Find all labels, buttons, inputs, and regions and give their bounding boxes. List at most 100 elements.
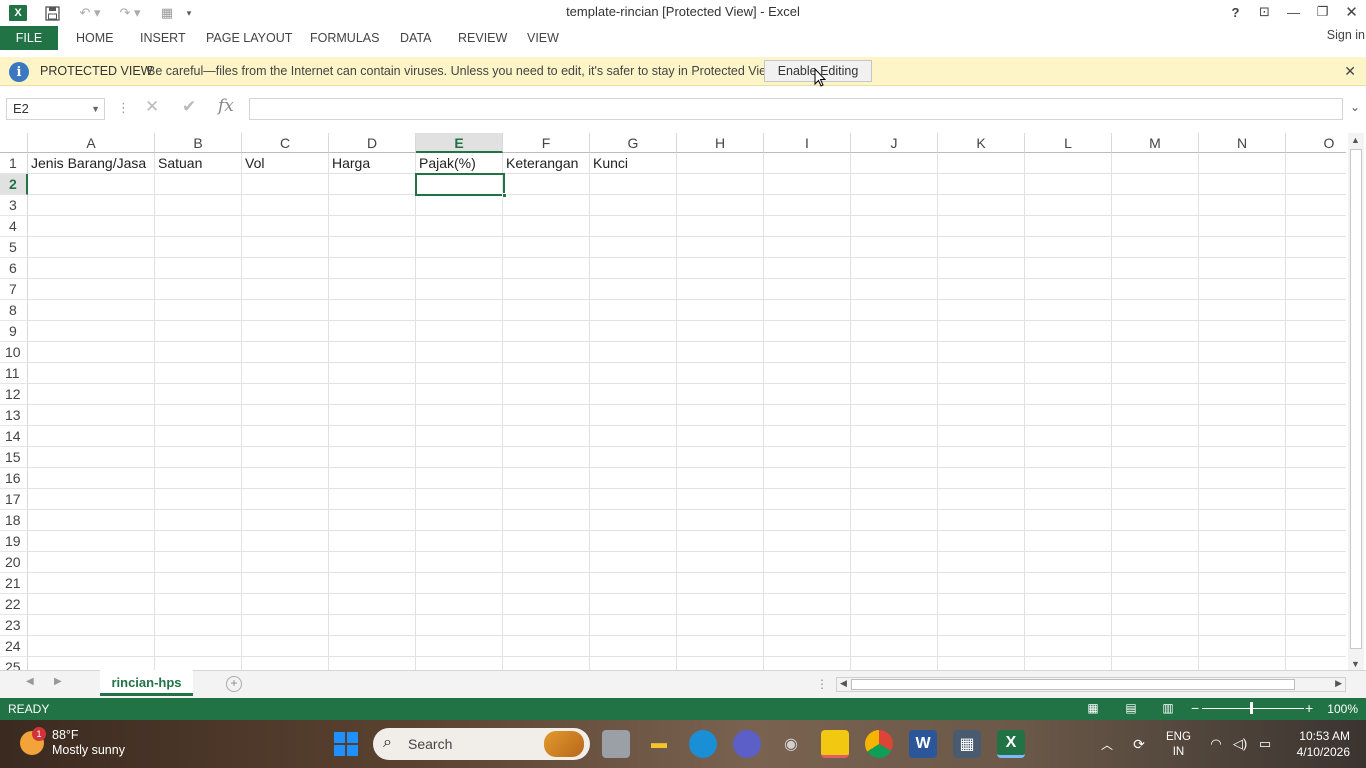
language-indicator[interactable]: ENG IN [1166, 730, 1191, 760]
tab-review[interactable]: REVIEW [458, 26, 507, 50]
cell-a1[interactable]: Jenis Barang/Jasa [28, 153, 146, 174]
row-header-13[interactable]: 13 [0, 405, 28, 426]
horizontal-scroll-thumb[interactable] [851, 679, 1295, 690]
calculator-icon[interactable]: ▦ [953, 730, 981, 758]
row-header-22[interactable]: 22 [0, 594, 28, 615]
cell-f1[interactable]: Keterangan [503, 153, 578, 174]
volume-icon[interactable]: ◁) [1226, 730, 1254, 758]
zoom-in-icon[interactable]: + [1305, 700, 1313, 716]
add-sheet-icon[interactable]: + [226, 676, 242, 692]
row-header-10[interactable]: 10 [0, 342, 28, 363]
tab-formulas[interactable]: FORMULAS [310, 26, 379, 50]
word-icon[interactable]: W [909, 730, 937, 758]
row-header-11[interactable]: 11 [0, 363, 28, 384]
close-button[interactable]: ✕ [1337, 0, 1366, 24]
row-header-8[interactable]: 8 [0, 300, 28, 321]
row-header-19[interactable]: 19 [0, 531, 28, 552]
column-header-e[interactable]: E [416, 133, 503, 153]
cell-e1[interactable]: Pajak(%) [416, 153, 476, 174]
column-header-n[interactable]: N [1199, 133, 1286, 153]
column-header-b[interactable]: B [155, 133, 242, 153]
row-header-23[interactable]: 23 [0, 615, 28, 636]
chevron-down-icon[interactable]: ▼ [91, 99, 100, 119]
column-header-f[interactable]: F [503, 133, 590, 153]
column-header-c[interactable]: C [242, 133, 329, 153]
sheet-next-icon[interactable]: ▶ [54, 676, 62, 687]
sheet-prev-icon[interactable]: ◀ [26, 676, 34, 687]
scroll-up-icon[interactable]: ▲ [1351, 135, 1360, 145]
camera-icon[interactable]: ◉ [777, 730, 805, 758]
row-header-18[interactable]: 18 [0, 510, 28, 531]
page-layout-view-icon[interactable]: ▤ [1123, 701, 1139, 716]
column-header-o[interactable]: O [1286, 133, 1346, 153]
zoom-level[interactable]: 100% [1327, 702, 1358, 716]
row-header-24[interactable]: 24 [0, 636, 28, 657]
row-header-9[interactable]: 9 [0, 321, 28, 342]
cell-c1[interactable]: Vol [242, 153, 264, 174]
fill-handle[interactable] [502, 193, 507, 198]
select-all-corner[interactable] [0, 133, 28, 153]
weather-widget[interactable]: 1 88°F Mostly sunny [20, 727, 125, 758]
row-header-2[interactable]: 2 [0, 174, 28, 195]
sticky-notes-icon[interactable] [821, 730, 849, 758]
column-header-j[interactable]: J [851, 133, 938, 153]
battery-icon[interactable]: ▭ [1251, 730, 1279, 758]
close-icon[interactable]: ✕ [1344, 63, 1356, 80]
zoom-slider[interactable] [1202, 708, 1304, 709]
row-header-3[interactable]: 3 [0, 195, 28, 216]
app-icon[interactable] [733, 730, 761, 758]
row-header-20[interactable]: 20 [0, 552, 28, 573]
column-header-k[interactable]: K [938, 133, 1025, 153]
row-header-6[interactable]: 6 [0, 258, 28, 279]
column-header-h[interactable]: H [677, 133, 764, 153]
cell-b1[interactable]: Satuan [155, 153, 202, 174]
sheet-tab-rincian-hps[interactable]: rincian-hps [100, 670, 193, 696]
row-header-1[interactable]: 1 [0, 153, 28, 174]
column-header-a[interactable]: A [28, 133, 155, 153]
column-header-d[interactable]: D [329, 133, 416, 153]
help-icon[interactable]: ? [1221, 0, 1250, 24]
sign-in-link[interactable]: Sign in [1327, 26, 1365, 50]
resize-handle-icon[interactable]: ⋮ [117, 100, 130, 116]
row-header-15[interactable]: 15 [0, 447, 28, 468]
page-break-view-icon[interactable]: ▥ [1160, 701, 1176, 716]
cell-g1[interactable]: Kunci [590, 153, 628, 174]
expand-formula-bar-icon[interactable]: ⌄ [1350, 100, 1360, 114]
file-explorer-icon[interactable]: ▬ [645, 730, 673, 758]
tab-insert[interactable]: INSERT [140, 26, 186, 50]
scroll-right-icon[interactable]: ▶ [1335, 678, 1342, 689]
column-header-l[interactable]: L [1025, 133, 1112, 153]
tab-home[interactable]: HOME [76, 26, 114, 50]
row-header-17[interactable]: 17 [0, 489, 28, 510]
horizontal-scrollbar[interactable]: ◀ ▶ [836, 677, 1346, 692]
formula-input[interactable] [249, 98, 1343, 120]
column-header-i[interactable]: I [764, 133, 851, 153]
row-header-14[interactable]: 14 [0, 426, 28, 447]
windows-start-icon[interactable] [334, 732, 358, 756]
chevron-up-icon[interactable]: ︿ [1093, 730, 1121, 758]
row-header-16[interactable]: 16 [0, 468, 28, 489]
cell-d1[interactable]: Harga [329, 153, 370, 174]
task-view-icon[interactable] [602, 730, 630, 758]
row-header-12[interactable]: 12 [0, 384, 28, 405]
insert-function-icon[interactable]: fx [218, 96, 234, 116]
worksheet-grid[interactable]: A B C D E F G H I J K L M N O 1 2 3 4 5 6 7 8 9 10 11 12 13 14 15 16 17… [0, 133, 1346, 670]
ribbon-display-options-icon[interactable]: ⊡ [1250, 0, 1279, 24]
vertical-scrollbar[interactable]: ▲ ▼ [1348, 133, 1364, 670]
tab-data[interactable]: DATA [400, 26, 431, 50]
zoom-out-icon[interactable]: − [1191, 700, 1199, 716]
edge-icon[interactable] [689, 730, 717, 758]
row-header-5[interactable]: 5 [0, 237, 28, 258]
system-clock[interactable]: 10:53 AM 4/10/2026 [1297, 728, 1350, 760]
row-header-25[interactable]: 25 [0, 657, 28, 670]
tab-file[interactable]: FILE [0, 26, 58, 50]
restore-button[interactable]: ❐ [1308, 0, 1337, 24]
sync-icon[interactable]: ⟳ [1125, 730, 1153, 758]
vertical-scroll-thumb[interactable] [1350, 149, 1362, 649]
row-header-21[interactable]: 21 [0, 573, 28, 594]
minimize-button[interactable]: — [1279, 0, 1308, 24]
tab-view[interactable]: VIEW [527, 26, 559, 50]
column-header-m[interactable]: M [1112, 133, 1199, 153]
zoom-slider-thumb[interactable] [1250, 702, 1253, 714]
scroll-left-icon[interactable]: ◀ [840, 678, 847, 689]
